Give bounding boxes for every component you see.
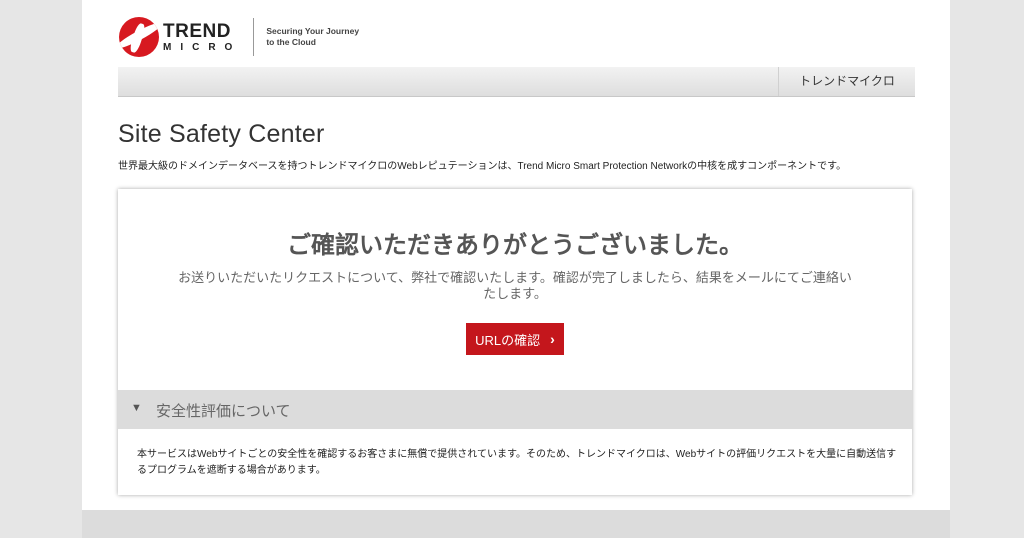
thank-you-heading: ご確認いただきありがとうございました。 (287, 232, 743, 259)
tagline-line-1: Securing Your Journey (266, 26, 360, 36)
check-url-button-label: URLの確認 (475, 332, 541, 348)
page-description: 世界最大級のドメインデータベースを持つトレンドマイクロのWebレピュテーションは… (118, 161, 847, 172)
logo-divider (253, 18, 255, 56)
confirmation-card: ご確認いただきありがとうございました。 お送りいただいたリクエストについて、弊社… (118, 189, 912, 495)
logo-micro-text: MICRO (163, 41, 242, 53)
page-footer-strip (82, 510, 950, 538)
page-title: Site Safety Center (118, 120, 325, 148)
logo-tagline: Securing Your Journey to the Cloud (266, 26, 359, 48)
chevron-right-icon: › (550, 331, 555, 347)
accordion-body-text: 本サービスはWebサイトごとの安全性を確認するお客さまに無償で提供されています。… (137, 449, 897, 476)
accordion-title: 安全性評価について (156, 403, 291, 420)
safety-rating-accordion[interactable]: ▼ 安全性評価について (118, 390, 912, 429)
confirmation-message: お送りいただいたリクエストについて、弊社で確認いたします。確認が完了しましたら、… (178, 270, 852, 301)
page-container: TREND MICRO Securing Your Journey to the… (82, 0, 950, 538)
check-url-button[interactable]: URLの確認 › (466, 323, 564, 355)
nav-link-trend-micro[interactable]: トレンドマイクロ (778, 67, 915, 96)
logo-trend-text: TREND (163, 20, 231, 42)
trend-micro-logo[interactable]: TREND MICRO Securing Your Journey to the… (119, 17, 359, 57)
tagline-line-2: to the Cloud (266, 37, 316, 47)
triangle-down-icon: ▼ (131, 402, 142, 414)
trend-micro-ball-icon (119, 17, 159, 57)
nav-bar: トレンドマイクロ (118, 67, 915, 97)
